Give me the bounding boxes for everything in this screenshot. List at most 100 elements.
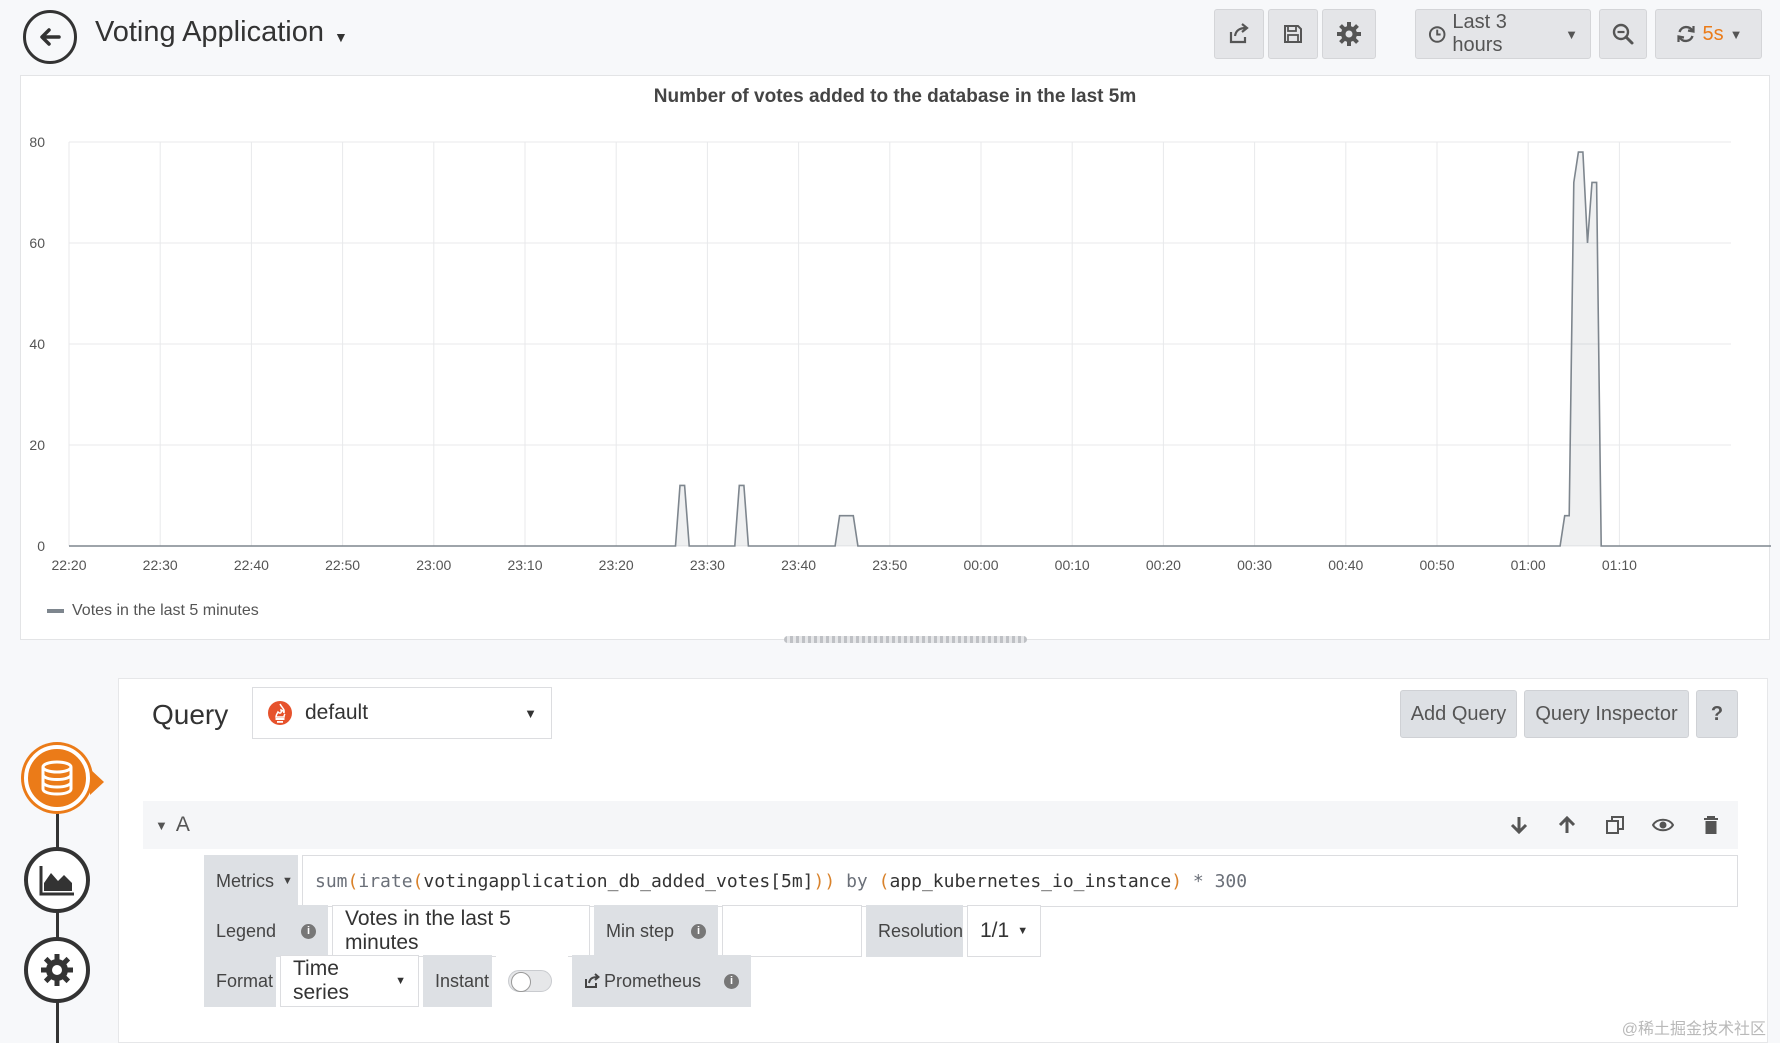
min-step-label: Min step i — [594, 905, 718, 957]
x-tick-label: 00:00 — [963, 557, 998, 573]
legend-format-label-text: Legend — [216, 920, 277, 941]
time-series-chart: 0 20 40 60 80 22:20 22:30 22:40 22:50 23:00 23:10 2… — [29, 134, 1771, 573]
x-tick-label: 00:40 — [1328, 557, 1363, 573]
metrics-label[interactable]: Metrics ▼ — [204, 855, 298, 907]
metrics-label-text: Metrics — [216, 870, 274, 891]
share-button[interactable] — [1214, 9, 1264, 59]
caret-down-icon: ▼ — [1729, 26, 1743, 42]
resolution-label: Resolution — [866, 905, 963, 957]
duplicate-query-button[interactable] — [1602, 812, 1628, 838]
info-icon[interactable]: i — [691, 923, 706, 939]
copy-icon — [1606, 816, 1624, 834]
x-tick-label: 23:00 — [416, 557, 451, 573]
info-icon[interactable]: i — [724, 973, 739, 989]
query-ref-id: A — [175, 813, 190, 836]
toggle-visibility-button[interactable] — [1650, 812, 1676, 838]
queries-tab[interactable] — [24, 745, 104, 811]
area-chart-icon — [39, 866, 74, 896]
resolution-value: 1/1 — [980, 919, 1010, 942]
expr-fn-sum: sum — [315, 870, 348, 892]
watermark: @稀土掘金技术社区 — [1621, 1021, 1766, 1038]
prometheus-link[interactable]: Prometheus i — [572, 955, 751, 1007]
x-tick-label: 01:10 — [1602, 557, 1637, 573]
expr-multiplier: * 300 — [1192, 870, 1248, 892]
legend-label: Votes in the last 5 minutes — [72, 602, 259, 619]
x-tick-label: 22:50 — [325, 557, 360, 573]
refresh-picker[interactable]: 5s ▼ — [1655, 9, 1762, 59]
prometheus-icon — [268, 701, 292, 725]
move-down-button[interactable] — [1506, 812, 1532, 838]
refresh-interval-label: 5s — [1702, 22, 1724, 45]
visualization-tab[interactable] — [24, 847, 90, 913]
query-row-toggle[interactable]: ▼ A — [155, 813, 190, 837]
back-button[interactable] — [23, 10, 77, 64]
x-tick-label: 22:30 — [143, 557, 178, 573]
general-settings-tab[interactable] — [24, 937, 90, 1003]
x-tick-label: 23:10 — [507, 557, 542, 573]
clock-icon — [1428, 25, 1446, 43]
zoom-out-button[interactable] — [1599, 9, 1647, 59]
settings-button[interactable] — [1322, 9, 1376, 59]
x-tick-label: 01:00 — [1511, 557, 1546, 573]
add-query-button[interactable]: Add Query — [1400, 690, 1517, 738]
y-tick-label: 0 — [37, 538, 45, 554]
y-tick-label: 40 — [29, 336, 45, 352]
datasource-value: default — [305, 701, 369, 724]
top-navbar: Voting Application ▼ Last 3 hours ▼ 5s ▼ — [0, 0, 1780, 72]
resolution-select[interactable]: 1/1 ▼ — [967, 905, 1041, 957]
x-tick-label: 22:20 — [51, 557, 86, 573]
query-row-header: ▼ A — [143, 801, 1738, 849]
help-button[interactable]: ? — [1696, 690, 1738, 738]
x-tick-label: 23:30 — [690, 557, 725, 573]
legend-format-input[interactable]: Votes in the last 5 minutes — [332, 905, 590, 957]
prometheus-link-text: Prometheus — [604, 970, 702, 991]
info-icon[interactable]: i — [301, 923, 316, 939]
query-heading: Query — [152, 699, 229, 730]
x-tick-label: 00:50 — [1419, 557, 1454, 573]
metrics-expression-input[interactable]: sum(irate(votingapplication_db_added_vot… — [302, 855, 1738, 907]
series-line — [69, 151, 1771, 547]
arrow-down-icon — [1510, 817, 1528, 835]
expr-metric: votingapplication_db_added_votes — [423, 870, 771, 892]
y-tick-label: 60 — [29, 235, 45, 251]
x-tick-label: 23:40 — [781, 557, 816, 573]
expr-range: [5m] — [770, 870, 814, 892]
caret-down-icon: ▼ — [524, 705, 537, 721]
format-label: Format — [204, 955, 276, 1007]
datasource-select[interactable]: default ▼ — [252, 687, 552, 739]
external-link-icon — [585, 973, 600, 988]
x-tick-label: 22:40 — [234, 557, 269, 573]
time-range-picker[interactable]: Last 3 hours ▼ — [1415, 9, 1591, 59]
caret-down-icon: ▼ — [282, 875, 293, 887]
instant-toggle[interactable] — [508, 970, 552, 992]
x-tick-label: 23:50 — [872, 557, 907, 573]
expr-fn-irate: irate — [358, 870, 413, 892]
x-tick-label: 00:10 — [1055, 557, 1090, 573]
format-value: Time series — [293, 957, 350, 1004]
y-tick-label: 20 — [29, 437, 45, 453]
instant-toggle-cell — [496, 955, 568, 1007]
save-button[interactable] — [1268, 9, 1318, 59]
gear-icon — [1337, 22, 1361, 46]
min-step-label-text: Min step — [606, 920, 675, 941]
caret-down-icon: ▼ — [1017, 925, 1029, 937]
chart-legend[interactable]: Votes in the last 5 minutes — [47, 602, 259, 620]
expr-by: by — [846, 870, 868, 892]
time-range-label: Last 3 hours — [1452, 11, 1507, 56]
query-editor: Query default ▼ Add Query Query Inspecto… — [118, 678, 1768, 1043]
format-select[interactable]: Time series ▼ — [280, 955, 419, 1007]
move-up-button[interactable] — [1554, 812, 1580, 838]
dashboard-title-text: Voting Application — [95, 16, 324, 48]
trash-icon — [1704, 816, 1718, 834]
delete-query-button[interactable] — [1698, 812, 1724, 838]
share-icon — [1229, 23, 1249, 44]
save-icon — [1284, 25, 1302, 43]
dashboard-title[interactable]: Voting Application ▼ — [95, 16, 348, 49]
caret-down-icon: ▼ — [333, 28, 348, 45]
y-tick-label: 80 — [29, 134, 45, 150]
min-step-input[interactable] — [722, 905, 862, 957]
instant-label: Instant — [423, 955, 492, 1007]
panel-resize-handle[interactable] — [784, 636, 1027, 643]
query-inspector-button[interactable]: Query Inspector — [1524, 690, 1689, 738]
x-tick-label: 23:20 — [599, 557, 634, 573]
